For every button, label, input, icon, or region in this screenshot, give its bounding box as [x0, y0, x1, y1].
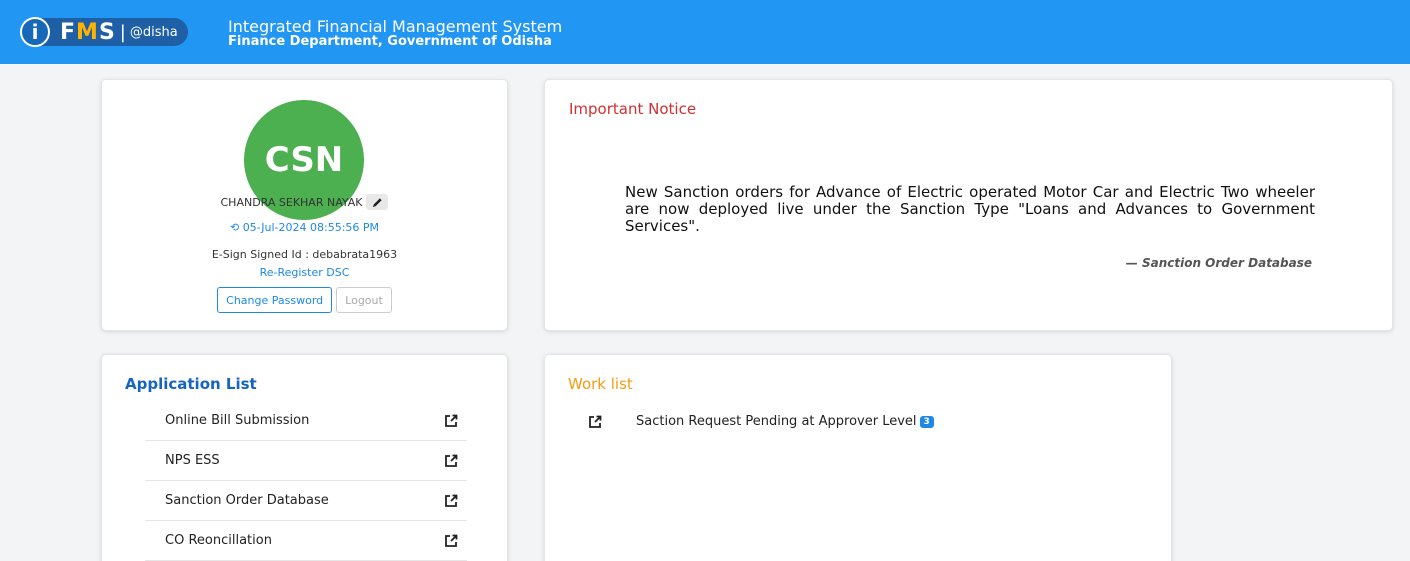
notice-body: New Sanction orders for Advance of Elect… [625, 183, 1315, 235]
app-title: Integrated Financial Management System [228, 17, 563, 36]
app-item-label: CO Reoncillation [165, 533, 272, 548]
work-list-card: Work list Saction Request Pending at App… [544, 354, 1172, 561]
last-login-time: 05-Jul-2024 08:55:56 PM [242, 221, 380, 234]
profile-card: CSN CHANDRA SEKHAR NAYAK ⟲ 05-Jul-2024 0… [101, 79, 508, 331]
profile-actions: Change Password Logout [102, 287, 507, 313]
esign-id: E-Sign Signed Id : debabrata1963 [211, 248, 398, 261]
info-i-icon: i [20, 17, 50, 47]
work-list-item[interactable]: Saction Request Pending at Approver Leve… [588, 414, 934, 429]
history-icon: ⟲ [229, 221, 240, 234]
logout-button[interactable]: Logout [336, 287, 392, 313]
external-link-icon[interactable] [444, 414, 458, 428]
external-link-icon[interactable] [444, 454, 458, 468]
pencil-icon[interactable] [366, 194, 389, 210]
external-link-icon[interactable] [588, 415, 602, 429]
logo-fms-text: FMS [60, 19, 116, 45]
list-item[interactable]: NPS ESS [145, 441, 467, 481]
work-item-label: Saction Request Pending at Approver Leve… [636, 414, 917, 429]
top-header: i FMS | @disha Integrated Financial Mana… [0, 0, 1410, 64]
notice-title: Important Notice [569, 100, 697, 118]
last-login: ⟲ 05-Jul-2024 08:55:56 PM [102, 221, 507, 234]
list-item[interactable]: Online Bill Submission [145, 401, 467, 441]
notice-card: Important Notice New Sanction orders for… [544, 79, 1393, 331]
app-item-label: NPS ESS [165, 453, 220, 468]
app-item-label: Online Bill Submission [165, 413, 310, 428]
logo-pill: FMS | @disha [42, 18, 188, 46]
user-name: CHANDRA SEKHAR NAYAK [220, 195, 363, 209]
application-list-card: Application List Online Bill Submission … [101, 354, 508, 561]
external-link-icon[interactable] [444, 534, 458, 548]
app-subtitle: Finance Department, Government of Odisha [228, 34, 552, 49]
list-item[interactable]: CO Reoncillation [145, 521, 467, 561]
list-item[interactable]: Sanction Order Database [145, 481, 467, 521]
application-list-title: Application List [125, 375, 257, 393]
notice-citation: — Sanction Order Database [1125, 256, 1312, 270]
work-list-title: Work list [568, 375, 633, 393]
external-link-icon[interactable] [444, 494, 458, 508]
application-list: Online Bill Submission NPS ESS Sanction … [145, 401, 467, 561]
logo-separator: | [119, 21, 126, 43]
re-register-dsc-link[interactable]: Re-Register DSC [102, 266, 507, 279]
logo-odisha-text: @disha [129, 24, 178, 40]
pending-count-badge: 3 [919, 415, 934, 428]
ifms-logo[interactable]: i FMS | @disha [20, 17, 188, 47]
change-password-button[interactable]: Change Password [217, 287, 333, 313]
app-item-label: Sanction Order Database [165, 493, 329, 508]
user-name-row: CHANDRA SEKHAR NAYAK [102, 194, 507, 210]
